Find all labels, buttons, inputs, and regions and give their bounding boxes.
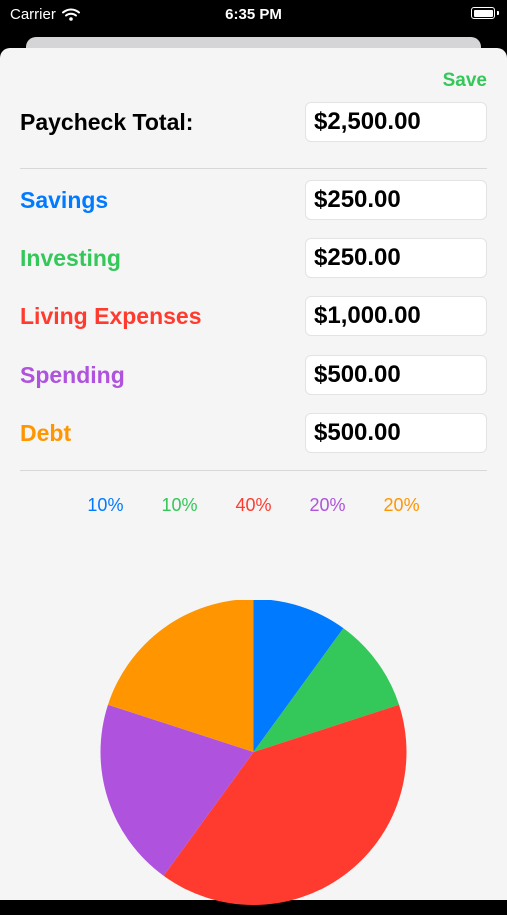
divider [20,470,487,471]
status-bar: Carrier 6:35 PM [0,0,507,30]
category-row-savings: Savings [20,179,487,221]
savings-field[interactable] [305,180,487,220]
save-button[interactable]: Save [443,70,487,92]
investing-percent: 10% [161,495,198,515]
debt-percent: 20% [383,495,420,515]
divider [20,168,487,169]
spending-percent: 20% [309,495,346,515]
paycheck-label: Paycheck Total: [20,108,194,135]
savings-label: Savings [20,186,109,213]
category-row-debt: Debt [20,412,487,454]
living-expenses-label: Living Expenses [20,302,202,329]
spending-label: Spending [20,361,125,388]
paycheck-row: Paycheck Total: [20,101,487,143]
status-time: 6:35 PM [225,6,282,23]
living-expenses-percent: 40% [235,495,272,515]
spending-field[interactable] [305,355,487,395]
investing-label: Investing [20,244,121,271]
living-expenses-field[interactable] [305,296,487,336]
battery-icon [471,7,499,19]
category-row-investing: Investing [20,237,487,279]
percent-legend: 10% 10% 40% 20% 20% [0,495,507,519]
savings-percent: 10% [87,495,124,515]
pie-chart [100,599,407,905]
investing-field[interactable] [305,238,487,278]
pie-chart-container [0,599,507,910]
category-row-living-expenses: Living Expenses [20,295,487,337]
category-row-spending: Spending [20,354,487,396]
paycheck-total-field[interactable] [305,102,487,142]
debt-label: Debt [20,419,72,446]
debt-field[interactable] [305,413,487,453]
budget-sheet: Save Paycheck Total: Savings Investing L… [0,48,507,905]
